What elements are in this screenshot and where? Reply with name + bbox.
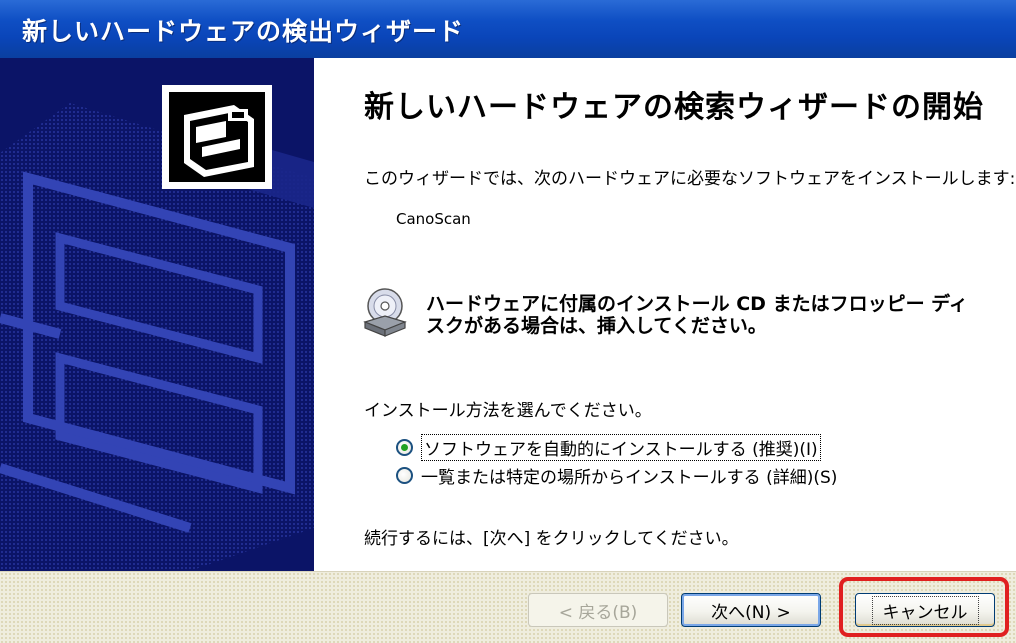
radio-auto-install[interactable]: ソフトウェアを自動的にインストールする (推奨)(I): [396, 434, 821, 461]
intro-text: このウィザードでは、次のハードウェアに必要なソフトウェアをインストールします:: [364, 169, 1016, 189]
install-method-prompt: インストール方法を選んでください。: [364, 401, 652, 421]
window-title: 新しいハードウェアの検出ウィザード: [22, 17, 465, 46]
radio-specific-location[interactable]: 一覧または特定の場所からインストールする (詳細)(S): [396, 463, 837, 488]
cancel-button[interactable]: キャンセル: [855, 593, 995, 627]
back-button[interactable]: < 戻る(B): [528, 593, 668, 627]
radio-specific-location-label[interactable]: 一覧または特定の場所からインストールする (詳細)(S): [421, 463, 837, 488]
page-title: 新しいハードウェアの検索ウィザードの開始: [364, 90, 984, 125]
cd-notice: ハードウェアに付属のインストール CD またはフロッピー ディスクがある場合は、…: [426, 293, 968, 337]
button-bar: < 戻る(B) 次へ(N) > キャンセル: [0, 571, 1016, 643]
device-name: CanoScan: [396, 210, 471, 228]
radio-button-checked[interactable]: [396, 439, 413, 456]
wizard-sidebar: [0, 58, 314, 571]
wizard-content: 新しいハードウェアの検索ウィザードの開始 このウィザードでは、次のハードウェアに…: [314, 58, 1016, 571]
wizard-window: 新しいハードウェアの検出ウィザード 新しいハードウェアの検索ウィザードの開始 こ…: [0, 0, 1016, 643]
continue-instruction: 続行するには、[次へ] をクリックしてください。: [364, 529, 739, 549]
title-bar[interactable]: 新しいハードウェアの検出ウィザード: [0, 0, 1016, 58]
cd-drive-icon: [363, 288, 407, 337]
cancel-button-label: キャンセル: [871, 595, 979, 625]
radio-auto-install-label[interactable]: ソフトウェアを自動的にインストールする (推奨)(I): [421, 434, 821, 461]
hardware-icon: [162, 85, 272, 189]
radio-button-unchecked[interactable]: [396, 467, 413, 484]
next-button[interactable]: 次へ(N) >: [681, 593, 821, 627]
